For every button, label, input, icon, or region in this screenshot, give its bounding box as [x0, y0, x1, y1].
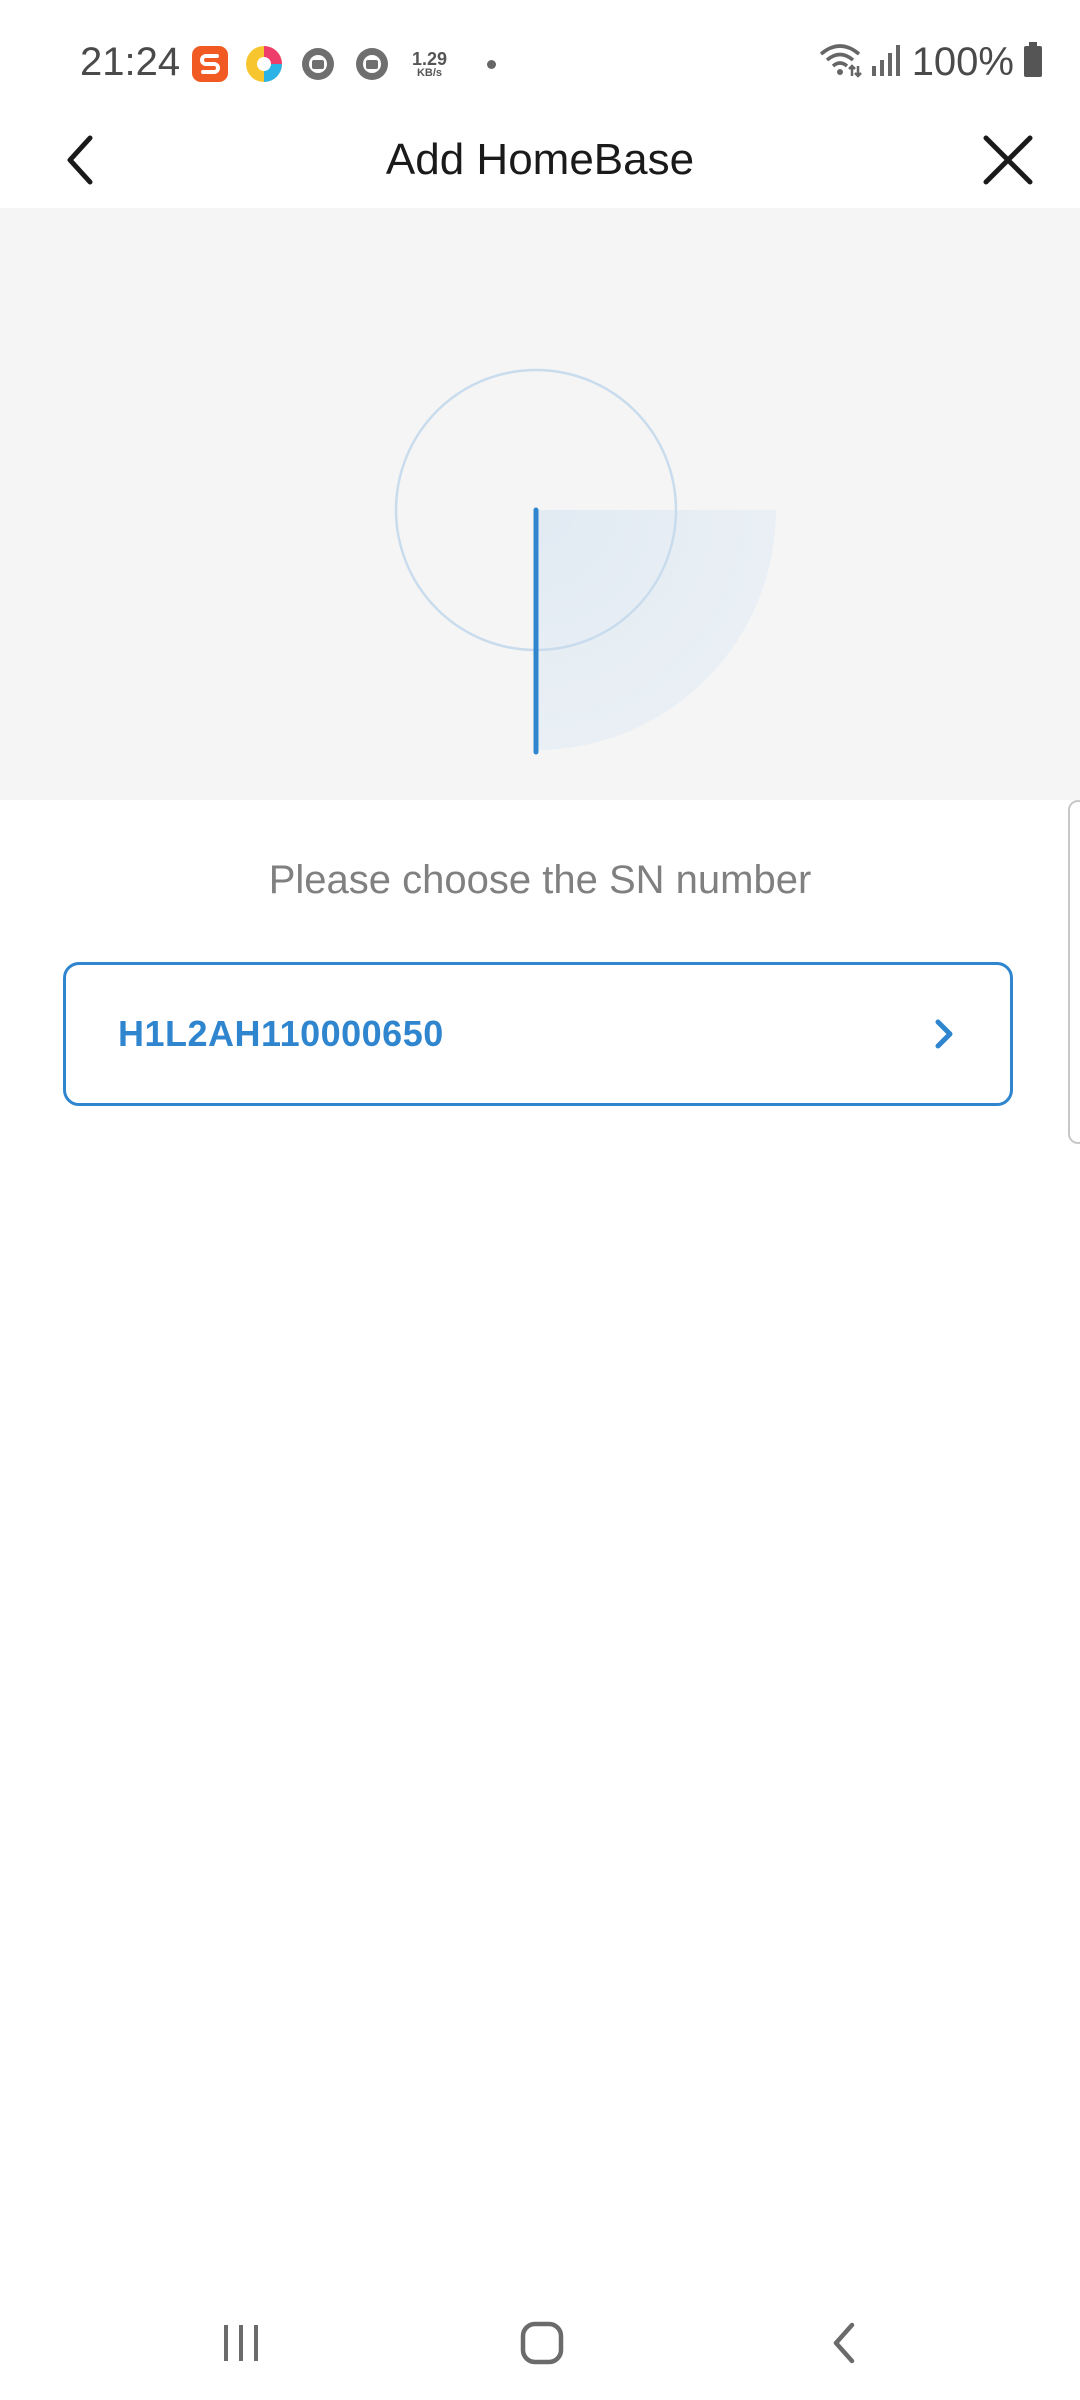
- system-back-button[interactable]: [800, 2308, 890, 2378]
- close-icon: [983, 135, 1033, 185]
- status-system-icons: 100%: [818, 38, 1044, 86]
- status-notification-icons: 1.29 KB/s: [190, 40, 497, 88]
- screen: 21:24 1.29 KB/s 100% Add HomeBase Please…: [0, 0, 1080, 2400]
- network-speed-value: 1.29: [412, 48, 448, 69]
- network-speed-unit: KB/s: [416, 66, 443, 79]
- battery-icon: [1022, 41, 1044, 84]
- chevron-right-icon: [924, 1014, 964, 1054]
- sn-option[interactable]: H1L2AH110000650: [63, 962, 1013, 1106]
- page-title: Add HomeBase: [385, 135, 695, 184]
- grey-app-icon: [298, 44, 338, 84]
- more-notifications-dot: [487, 59, 497, 69]
- grey-app-icon-2: [352, 44, 392, 84]
- app-bar: Add HomeBase: [0, 110, 1080, 210]
- system-nav-bar: [0, 2290, 1080, 2390]
- home-button[interactable]: [497, 2308, 587, 2378]
- edge-panel-handle[interactable]: [1068, 800, 1080, 1144]
- radar-icon: [230, 258, 840, 755]
- chevron-left-icon: [67, 135, 93, 185]
- back-button[interactable]: [44, 124, 116, 196]
- recent-apps-button[interactable]: [196, 2308, 286, 2378]
- recent-apps-icon: [224, 2325, 258, 2361]
- network-speed: 1.29 KB/s: [412, 50, 447, 79]
- status-time: 21:24: [80, 40, 181, 84]
- radar-scan-illustration: [0, 208, 1080, 800]
- sn-value: H1L2AH110000650: [118, 1013, 444, 1054]
- colorful-app-icon: [244, 44, 284, 84]
- sogou-s-icon: [190, 44, 230, 84]
- status-bar: 21:24 1.29 KB/s 100%: [0, 0, 1080, 120]
- back-icon: [833, 2322, 855, 2364]
- signal-icon: [870, 42, 904, 83]
- close-button[interactable]: [972, 124, 1044, 196]
- wifi-icon: [818, 40, 862, 85]
- battery-percentage: 100%: [911, 39, 1014, 84]
- home-icon: [520, 2321, 564, 2365]
- sn-prompt: Please choose the SN number: [268, 858, 812, 902]
